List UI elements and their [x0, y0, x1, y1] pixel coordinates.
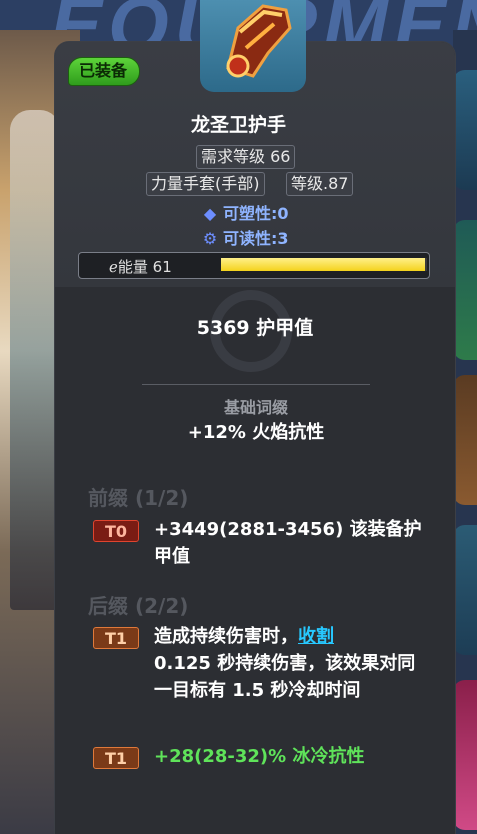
equipped-badge: 已装备 [68, 57, 141, 86]
prefix-title: 前缀 (1/2) [88, 486, 189, 510]
energy-bar: ℯ能量 61 [78, 252, 430, 279]
readability-text: 可读性:3 [223, 229, 289, 248]
gauntlet-icon [200, 0, 306, 92]
energy-icon: ℯ [109, 258, 118, 276]
plasticity-icon: ◆ [203, 204, 217, 223]
suffix-affix-text: 造成持续伤害时，收割 0.125 秒持续伤害，该效果对同一目标有 1.5 秒冷却时… [154, 623, 424, 704]
section-divider [142, 384, 370, 385]
cold-resistance-affix-text: +28(28-32)% 冰冷抗性 [154, 746, 365, 767]
item-name: 龙圣卫护手 [190, 114, 286, 136]
armor-value: 5369 护甲值 [196, 317, 314, 339]
tier-badge: T0 [93, 520, 139, 542]
suffix-title: 后缀 (2/2) [88, 594, 189, 618]
suffix-affix-text-before: 造成持续伤害时， [154, 626, 298, 647]
plasticity-text: 可塑性:0 [223, 204, 289, 223]
tier-badge: T1 [93, 747, 139, 769]
item-type-tag: 力量手套(手部) [146, 172, 265, 196]
equipment-slot[interactable] [453, 525, 477, 655]
suffix-affix-text-after: 0.125 秒持续伤害，该效果对同一目标有 1.5 秒冷却时间 [154, 653, 416, 701]
item-level-tag: 等级.87 [286, 172, 354, 196]
reap-keyword-link[interactable]: 收割 [298, 626, 334, 647]
plasticity-stat: ◆ 可塑性:0 [201, 200, 289, 224]
energy-fill [221, 258, 425, 271]
tier-badge: T1 [93, 627, 139, 649]
energy-text: 能量 61 [117, 258, 172, 276]
equipment-slot[interactable] [453, 680, 477, 830]
prefix-affix-text: +3449(2881-3456) 该装备护甲值 [154, 519, 422, 567]
readability-stat: ⚙ 可读性:3 [201, 225, 289, 249]
energy-label: ℯ能量 61 [109, 256, 172, 277]
base-affix-text: +12% 火焰抗性 [187, 422, 325, 443]
required-level-tag: 需求等级 66 [196, 145, 296, 169]
gear-icon: ⚙ [202, 229, 218, 248]
energy-track [221, 258, 427, 271]
base-affix-title: 基础词缀 [223, 398, 288, 417]
